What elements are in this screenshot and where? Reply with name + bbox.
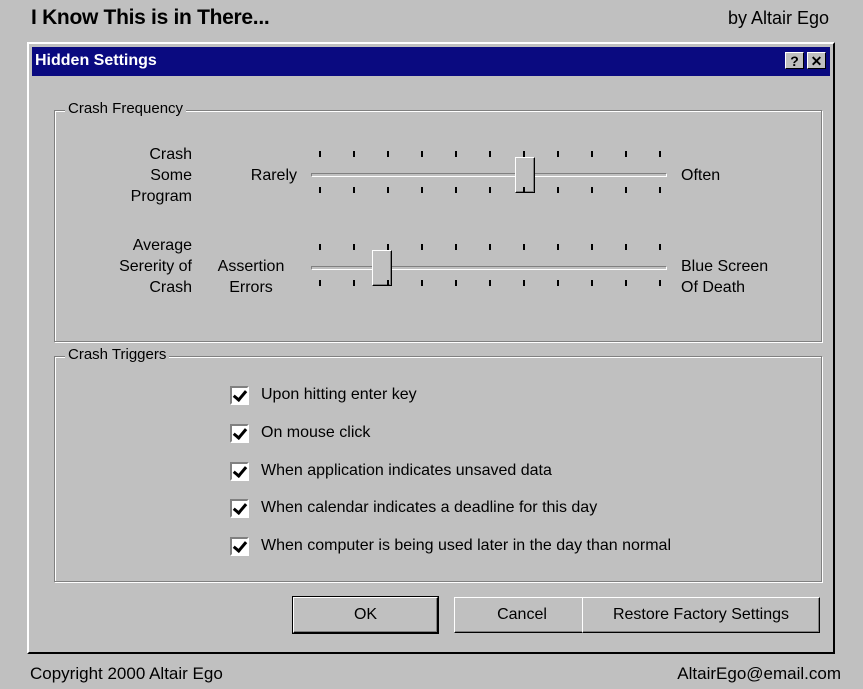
crash-severity-slider-track[interactable] bbox=[311, 266, 667, 270]
slider-tick bbox=[523, 151, 525, 157]
slider-tick bbox=[455, 187, 457, 193]
comic-title: I Know This is in There... bbox=[31, 6, 270, 29]
slider-tick bbox=[625, 244, 627, 250]
slider-tick bbox=[489, 280, 491, 286]
slider-tick bbox=[489, 244, 491, 250]
title-bar[interactable]: Hidden Settings ? ✕ bbox=[32, 47, 830, 76]
checkbox[interactable] bbox=[230, 461, 249, 481]
crash-severity-slider-thumb[interactable] bbox=[372, 250, 393, 286]
slider-tick bbox=[455, 244, 457, 250]
slider-tick bbox=[455, 280, 457, 286]
checkbox[interactable] bbox=[230, 536, 249, 556]
checkbox-label: When calendar indicates a deadline for t… bbox=[261, 499, 598, 516]
close-button[interactable]: ✕ bbox=[807, 52, 826, 69]
slider-tick bbox=[353, 187, 355, 193]
crash-program-slider-track[interactable] bbox=[311, 173, 667, 177]
crash-frequency-group: Crash Frequency Crash Some Program Rarel… bbox=[54, 100, 822, 342]
trigger-deadline[interactable]: When calendar indicates a deadline for t… bbox=[230, 497, 597, 519]
checkbox[interactable] bbox=[230, 498, 249, 518]
help-button[interactable]: ? bbox=[785, 52, 804, 69]
checkbox-label: When application indicates unsaved data bbox=[261, 462, 552, 479]
crash-triggers-legend: Crash Triggers bbox=[65, 346, 170, 363]
crash-triggers-group: Crash Triggers Upon hitting enter key On… bbox=[54, 346, 822, 582]
slider-tick bbox=[353, 151, 355, 157]
slider-tick bbox=[319, 280, 321, 286]
slider-tick bbox=[659, 280, 661, 286]
trigger-unsaved-data[interactable]: When application indicates unsaved data bbox=[230, 460, 552, 482]
slider-min-label: Assertion Errors bbox=[217, 258, 285, 296]
slider-tick bbox=[557, 280, 559, 286]
trigger-enter-key[interactable]: Upon hitting enter key bbox=[230, 384, 417, 406]
slider-max-label: Often bbox=[681, 167, 721, 184]
slider-tick bbox=[421, 244, 423, 250]
slider-tick bbox=[455, 151, 457, 157]
slider-tick bbox=[659, 151, 661, 157]
slider-tick bbox=[557, 244, 559, 250]
slider-tick bbox=[591, 187, 593, 193]
slider-tick bbox=[489, 187, 491, 193]
slider-max-label: Blue Screen Of Death bbox=[681, 258, 769, 296]
checkbox-label: Upon hitting enter key bbox=[261, 386, 417, 403]
slider-label-crash-severity: Average Sererity of Crash bbox=[119, 237, 192, 296]
slider-tick bbox=[625, 187, 627, 193]
slider-tick bbox=[625, 280, 627, 286]
slider-label-crash-program: Crash Some Program bbox=[130, 146, 192, 205]
trigger-late-usage[interactable]: When computer is being used later in the… bbox=[230, 535, 671, 557]
email-text: AltairEgo@email.com bbox=[677, 664, 841, 683]
crash-frequency-legend: Crash Frequency bbox=[65, 100, 187, 117]
slider-tick bbox=[523, 280, 525, 286]
checkbox[interactable] bbox=[230, 385, 249, 405]
restore-factory-settings-button[interactable]: Restore Factory Settings bbox=[582, 597, 820, 633]
slider-tick bbox=[387, 187, 389, 193]
slider-tick bbox=[387, 244, 389, 250]
slider-tick bbox=[625, 151, 627, 157]
slider-tick bbox=[353, 244, 355, 250]
slider-min-label: Rarely bbox=[250, 167, 297, 184]
slider-tick bbox=[591, 244, 593, 250]
slider-tick bbox=[659, 187, 661, 193]
checkbox[interactable] bbox=[230, 423, 249, 443]
slider-tick bbox=[421, 151, 423, 157]
slider-tick bbox=[421, 280, 423, 286]
slider-tick bbox=[421, 187, 423, 193]
slider-tick bbox=[489, 151, 491, 157]
checkbox-label: When computer is being used later in the… bbox=[261, 537, 672, 554]
slider-tick bbox=[523, 187, 525, 193]
slider-tick bbox=[387, 151, 389, 157]
cancel-button[interactable]: Cancel bbox=[454, 597, 590, 633]
copyright-text: Copyright 2000 Altair Ego bbox=[30, 664, 223, 683]
slider-tick bbox=[591, 151, 593, 157]
slider-tick bbox=[319, 187, 321, 193]
slider-tick bbox=[319, 151, 321, 157]
dialog-title: Hidden Settings bbox=[35, 52, 157, 69]
slider-tick bbox=[591, 280, 593, 286]
byline: by Altair Ego bbox=[727, 8, 829, 28]
slider-tick bbox=[319, 244, 321, 250]
ok-button[interactable]: OK bbox=[292, 596, 439, 634]
slider-tick bbox=[523, 244, 525, 250]
checkbox-label: On mouse click bbox=[261, 424, 371, 441]
slider-tick bbox=[557, 151, 559, 157]
slider-tick bbox=[353, 280, 355, 286]
hidden-settings-dialog: Hidden Settings ? ✕ Crash Frequency Cras… bbox=[27, 42, 835, 654]
slider-tick bbox=[387, 280, 389, 286]
trigger-mouse-click[interactable]: On mouse click bbox=[230, 422, 370, 444]
slider-tick bbox=[659, 244, 661, 250]
slider-tick bbox=[557, 187, 559, 193]
